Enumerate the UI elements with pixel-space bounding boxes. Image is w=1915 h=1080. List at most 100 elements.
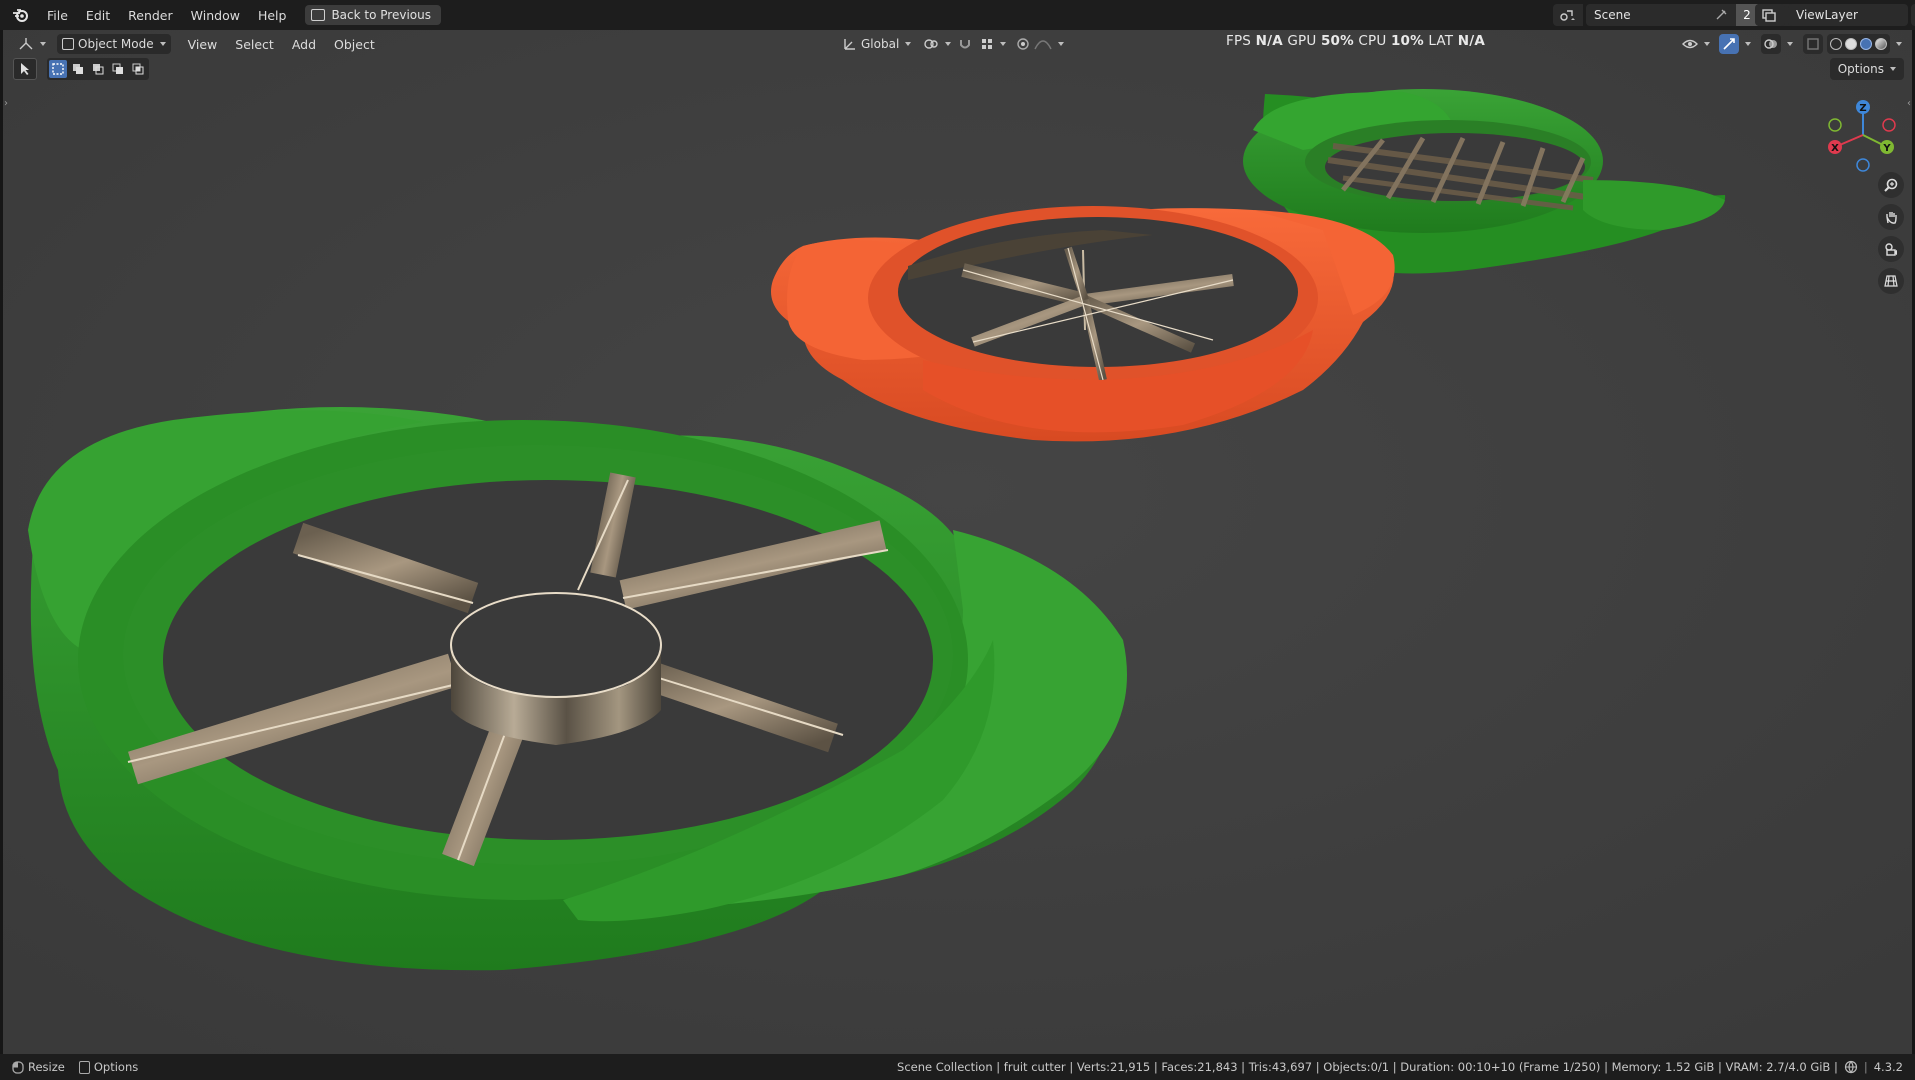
menu-window[interactable]: Window [182,4,249,27]
navigation-gizmo[interactable]: Z X Y [1823,95,1903,175]
viewport-menu-select[interactable]: Select [226,33,283,56]
solid-shading-icon[interactable] [1845,38,1857,50]
top-menu-bar: File Edit Render Window Help Back to Pre… [0,0,1915,30]
menu-help[interactable]: Help [249,4,296,27]
editor-type-button[interactable] [13,34,51,54]
cpu-label: CPU [1358,33,1387,49]
gizmo-icon [1723,38,1735,50]
back-to-previous-button[interactable]: Back to Previous [305,5,441,25]
chevron-down-icon[interactable] [1787,42,1793,46]
menu-edit[interactable]: Edit [77,4,119,27]
select-extend-icon[interactable] [69,60,87,78]
orientation-icon [844,39,855,50]
gizmo-toggle[interactable] [1719,34,1739,54]
gizmo-neg-x[interactable] [1882,118,1896,132]
snap-toggle[interactable] [953,34,977,54]
scene-statistics: Scene Collection | fruit cutter | Verts:… [897,1060,1838,1074]
menu-file[interactable]: File [38,4,77,27]
magnet-icon [960,40,970,49]
back-to-previous-label: Back to Previous [331,8,431,22]
cpu-value: 10% [1390,33,1424,49]
view3d-icon [19,38,33,50]
pivot-point-selector[interactable] [918,34,956,54]
pan-hand-icon[interactable] [1878,204,1904,230]
chevron-down-icon [1000,42,1006,46]
sidebar-expand-arrow[interactable]: ‹ [1907,98,1911,109]
lat-label: LAT [1428,33,1454,49]
chevron-down-icon [905,42,912,46]
view-layer-name: ViewLayer [1796,8,1858,22]
object-mode-icon [62,38,74,50]
toolbar-expand-arrow[interactable]: › [4,98,8,109]
orientation-label: Global [861,37,900,51]
zoom-icon[interactable] [1878,172,1904,198]
rendered-shading-icon[interactable] [1875,38,1887,50]
scene-browse-button[interactable] [1553,4,1583,26]
overlays-toggle[interactable] [1761,34,1781,54]
select-new-icon[interactable] [49,60,67,78]
scene-name: Scene [1594,8,1631,22]
chevron-down-icon [1890,67,1896,71]
material-preview-shading-icon[interactable] [1860,38,1872,50]
select-invert-icon[interactable] [109,60,127,78]
gizmo-x-label: X [1831,143,1839,154]
select-intersect-icon[interactable] [129,60,147,78]
proportional-icon [1017,38,1029,50]
blender-version: 4.3.2 [1873,1060,1903,1074]
proportional-editing-toggle[interactable] [1011,34,1069,54]
viewport-options-button[interactable]: Options [1829,58,1904,80]
perspective-toggle-icon[interactable] [1878,268,1904,294]
pin-icon[interactable] [1716,8,1728,23]
3d-viewport[interactable]: Object Mode View Select Add Object Globa… [3,30,1912,1054]
menu-render[interactable]: Render [119,4,182,27]
gizmo-y-label: Y [1882,143,1891,154]
eye-icon [1682,39,1698,49]
chevron-down-icon [1058,42,1064,46]
screen-back-icon [311,9,326,21]
pivot-icon [924,39,938,49]
viewport-menu-object[interactable]: Object [325,33,384,56]
gizmo-neg-z[interactable] [1856,158,1870,172]
mode-selector[interactable]: Object Mode [57,34,171,54]
viewport-header: Object Mode View Select Add Object Globa… [3,30,1912,58]
scene-name-field[interactable]: Scene [1586,4,1736,26]
viewport-menu-view[interactable]: View [179,33,227,56]
viewport-display-tools [1677,34,1902,54]
view-layer-name-field[interactable]: ViewLayer [1788,4,1908,26]
new-view-layer-button[interactable] [1911,4,1915,26]
chevron-down-icon[interactable] [1745,42,1751,46]
snap-increment-icon [982,39,992,49]
gpu-value: 50% [1320,33,1354,49]
gpu-label: GPU [1287,33,1317,49]
status-bar: Resize Options Scene Collection | fruit … [0,1054,1915,1080]
status-hint-resize: Resize [12,1060,65,1074]
viewport-render [3,30,1912,1054]
status-hint-options: Options [78,1060,139,1074]
wireframe-shading-icon[interactable] [1830,38,1842,50]
selection-mode-group [47,58,149,80]
chevron-down-icon[interactable] [1896,42,1902,46]
view-layer-browse-button[interactable] [1755,4,1785,26]
snap-target-selector[interactable] [975,34,1011,54]
view-layer-selector: ViewLayer [1755,4,1915,26]
transform-orientation-selector[interactable]: Global [838,34,916,54]
gizmo-neg-y[interactable] [1828,118,1842,132]
options-label: Options [1837,62,1884,76]
mouse-left-icon [12,1060,24,1074]
xray-toggle[interactable] [1803,34,1823,54]
xray-icon [1807,38,1819,50]
blender-logo-icon[interactable] [10,4,32,26]
active-tool-button[interactable] [13,58,37,80]
chevron-down-icon [945,42,951,46]
mouse-right-icon [78,1060,90,1074]
globe-icon [1844,1060,1857,1074]
fps-label: FPS [1226,33,1252,49]
viewport-menu-add[interactable]: Add [283,33,325,56]
visibility-selector[interactable] [1677,34,1715,54]
select-subtract-icon[interactable] [89,60,107,78]
scene-icon [1560,10,1575,21]
status-hint-options-label: Options [93,1060,139,1074]
tool-settings-row [13,58,149,80]
shading-mode-group [1827,34,1890,54]
camera-view-icon[interactable] [1878,236,1904,262]
